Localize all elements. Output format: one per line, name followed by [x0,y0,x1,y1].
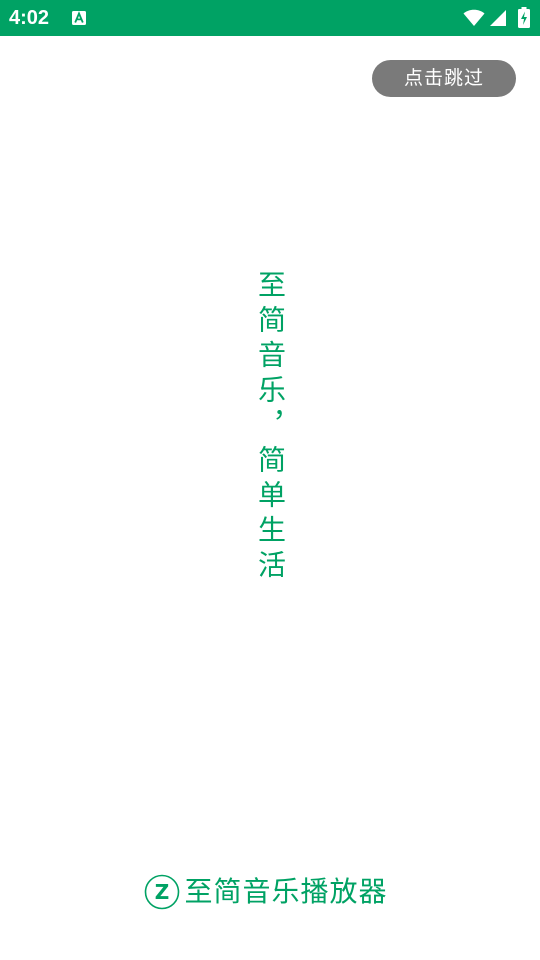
app-logo-icon: Z [145,874,180,910]
app-name: 至简音乐播放器 [184,875,388,908]
battery-charging-icon [518,7,530,28]
status-time: 4:02 [9,7,50,29]
accessibility-a-icon [72,11,86,25]
slogan: 至简音乐，简单生活 [254,270,287,585]
wifi-icon [463,9,485,26]
status-bar: 4:02 [0,0,540,36]
cell-signal-icon [490,10,506,26]
brand: Z 至简音乐播放器 [0,872,540,912]
app-logo-letter: Z [155,880,170,904]
skip-button[interactable]: 点击跳过 [372,60,516,97]
